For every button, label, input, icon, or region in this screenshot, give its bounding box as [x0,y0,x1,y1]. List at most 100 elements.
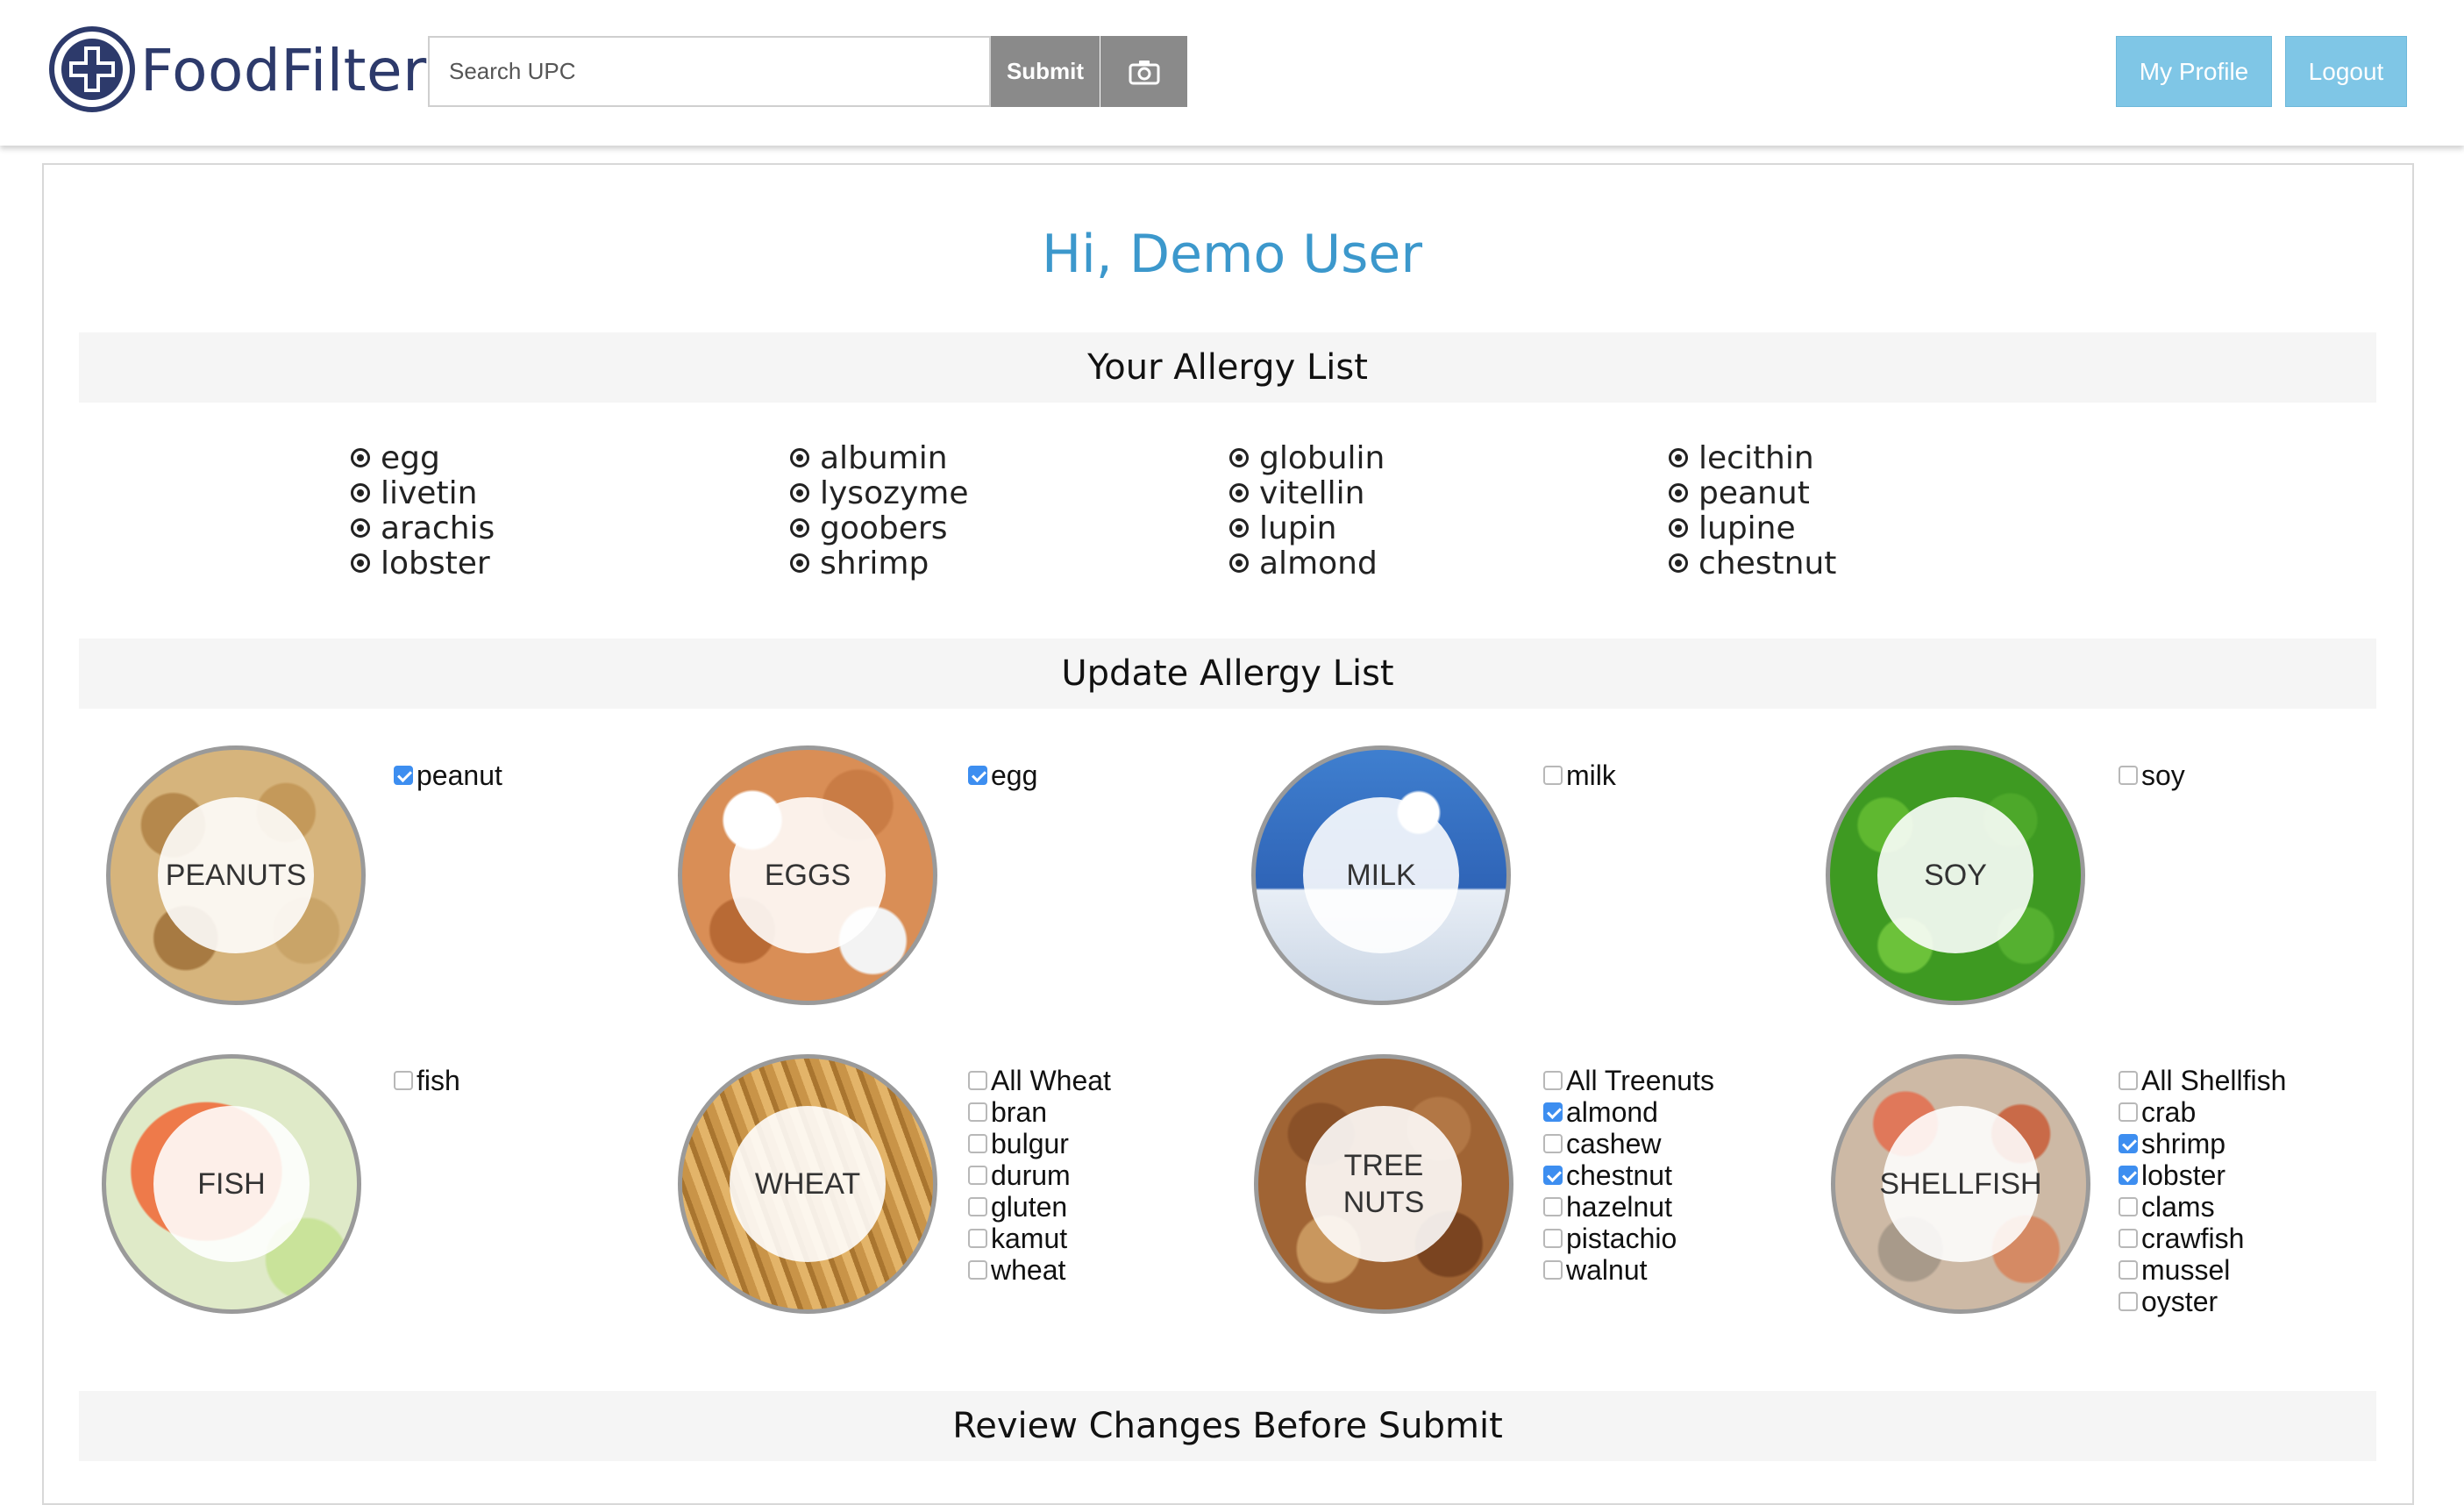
crawfish-checkbox[interactable]: crawfish [2119,1223,2286,1254]
brand-name[interactable]: FoodFilter [140,32,427,111]
bullet-dot-icon [790,483,809,503]
checkbox-icon[interactable] [394,1071,413,1090]
eggs-image: EGGS [678,745,937,1005]
fish-label: FISH [153,1106,310,1262]
shrimp-checkbox[interactable]: shrimp [2119,1128,2286,1159]
checkbox-icon[interactable] [968,1071,987,1090]
update-allergy-list-header: Update Allergy List [79,638,2376,709]
checkbox-checked-icon[interactable] [1543,1102,1563,1122]
checkbox-icon[interactable] [2119,1229,2138,1248]
bullet-dot-icon [351,553,370,573]
bulgur-checkbox[interactable]: bulgur [968,1128,1111,1159]
bran-checkbox[interactable]: bran [968,1096,1111,1128]
pistachio-checkbox[interactable]: pistachio [1543,1223,1714,1254]
wheat-image: WHEAT [678,1054,937,1314]
fish-options: fish [394,1065,460,1096]
checkbox-checked-icon[interactable] [2119,1166,2138,1185]
kamut-checkbox[interactable]: kamut [968,1223,1111,1254]
bullet-dot-icon [351,448,370,467]
walnut-checkbox[interactable]: walnut [1543,1254,1714,1286]
checkbox-icon[interactable] [2119,1102,2138,1122]
soy-image: SOY [1826,745,2085,1005]
milk-checkbox[interactable]: milk [1543,760,1616,791]
checkbox-icon[interactable] [968,1197,987,1216]
checkbox-checked-icon[interactable] [1543,1166,1563,1185]
checkbox-icon[interactable] [1543,1071,1563,1090]
milk-label: MILK [1303,797,1459,953]
all-wheat-checkbox[interactable]: All Wheat [968,1065,1111,1096]
hazelnut-checkbox[interactable]: hazelnut [1543,1191,1714,1223]
checkbox-icon[interactable] [968,1229,987,1248]
soy-options: soy [2119,760,2185,791]
bullet-dot-icon [351,483,370,503]
checkbox-icon[interactable] [2119,766,2138,785]
allergy-item: chestnut [1669,546,1836,581]
bullet-dot-icon [1229,483,1249,503]
checkbox-icon[interactable] [1543,1134,1563,1153]
allergy-item: vitellin [1229,475,1385,511]
camera-button[interactable] [1100,36,1187,107]
camera-icon [1129,60,1159,84]
egg-checkbox[interactable]: egg [968,760,1037,791]
cashew-checkbox[interactable]: cashew [1543,1128,1714,1159]
fish-image: FISH [102,1054,361,1314]
checkbox-icon[interactable] [968,1102,987,1122]
checkbox-icon[interactable] [2119,1260,2138,1280]
bullet-dot-icon [790,518,809,538]
soy-checkbox[interactable]: soy [2119,760,2185,791]
lobster-checkbox[interactable]: lobster [2119,1159,2286,1191]
allergy-column-2: albumin lysozyme goobers shrimp [790,440,969,581]
bullet-dot-icon [351,518,370,538]
gluten-checkbox[interactable]: gluten [968,1191,1111,1223]
allergy-item: almond [1229,546,1385,581]
all-treenuts-checkbox[interactable]: All Treenuts [1543,1065,1714,1096]
checkbox-icon[interactable] [1543,766,1563,785]
checkbox-icon[interactable] [2119,1197,2138,1216]
peanuts-label: PEANUTS [158,797,314,953]
checkbox-icon[interactable] [1543,1197,1563,1216]
checkbox-icon[interactable] [968,1166,987,1185]
mussel-checkbox[interactable]: mussel [2119,1254,2286,1286]
checkbox-icon[interactable] [1543,1260,1563,1280]
clams-checkbox[interactable]: clams [2119,1191,2286,1223]
bullet-dot-icon [1669,448,1688,467]
checkbox-icon[interactable] [2119,1071,2138,1090]
checkbox-checked-icon[interactable] [394,766,413,785]
checkbox-checked-icon[interactable] [968,766,987,785]
shellfish-image: SHELLFISH [1831,1054,2090,1314]
durum-checkbox[interactable]: durum [968,1159,1111,1191]
allergy-item: arachis [351,510,495,546]
bullet-dot-icon [1669,518,1688,538]
wheat-checkbox[interactable]: wheat [968,1254,1111,1286]
my-profile-button[interactable]: My Profile [2116,36,2272,107]
peanut-checkbox[interactable]: peanut [394,760,502,791]
allergy-item: egg [351,440,495,476]
foodfilter-logo-icon[interactable] [48,25,136,113]
checkbox-icon[interactable] [968,1134,987,1153]
almond-checkbox[interactable]: almond [1543,1096,1714,1128]
search-upc-input[interactable] [428,36,991,107]
chestnut-checkbox[interactable]: chestnut [1543,1159,1714,1191]
fish-checkbox[interactable]: fish [394,1065,460,1096]
logout-button[interactable]: Logout [2285,36,2407,107]
crab-checkbox[interactable]: crab [2119,1096,2286,1128]
tree-nuts-options: All Treenuts almond cashew chestnut haze… [1543,1065,1714,1286]
all-shellfish-checkbox[interactable]: All Shellfish [2119,1065,2286,1096]
allergy-item: globulin [1229,440,1385,476]
allergy-item: lysozyme [790,475,969,511]
eggs-label: EGGS [730,797,886,953]
checkbox-icon[interactable] [968,1260,987,1280]
allergy-item: peanut [1669,475,1836,511]
checkbox-icon[interactable] [2119,1292,2138,1311]
checkbox-icon[interactable] [1543,1229,1563,1248]
submit-button[interactable]: Submit [991,36,1100,107]
allergy-item: shrimp [790,546,969,581]
checkbox-checked-icon[interactable] [2119,1134,2138,1153]
peanuts-image: PEANUTS [106,745,366,1005]
bullet-dot-icon [790,553,809,573]
allergy-column-3: globulin vitellin lupin almond [1229,440,1385,581]
oyster-checkbox[interactable]: oyster [2119,1286,2286,1317]
bullet-dot-icon [1669,483,1688,503]
bullet-dot-icon [1229,518,1249,538]
egg-options: egg [968,760,1037,791]
